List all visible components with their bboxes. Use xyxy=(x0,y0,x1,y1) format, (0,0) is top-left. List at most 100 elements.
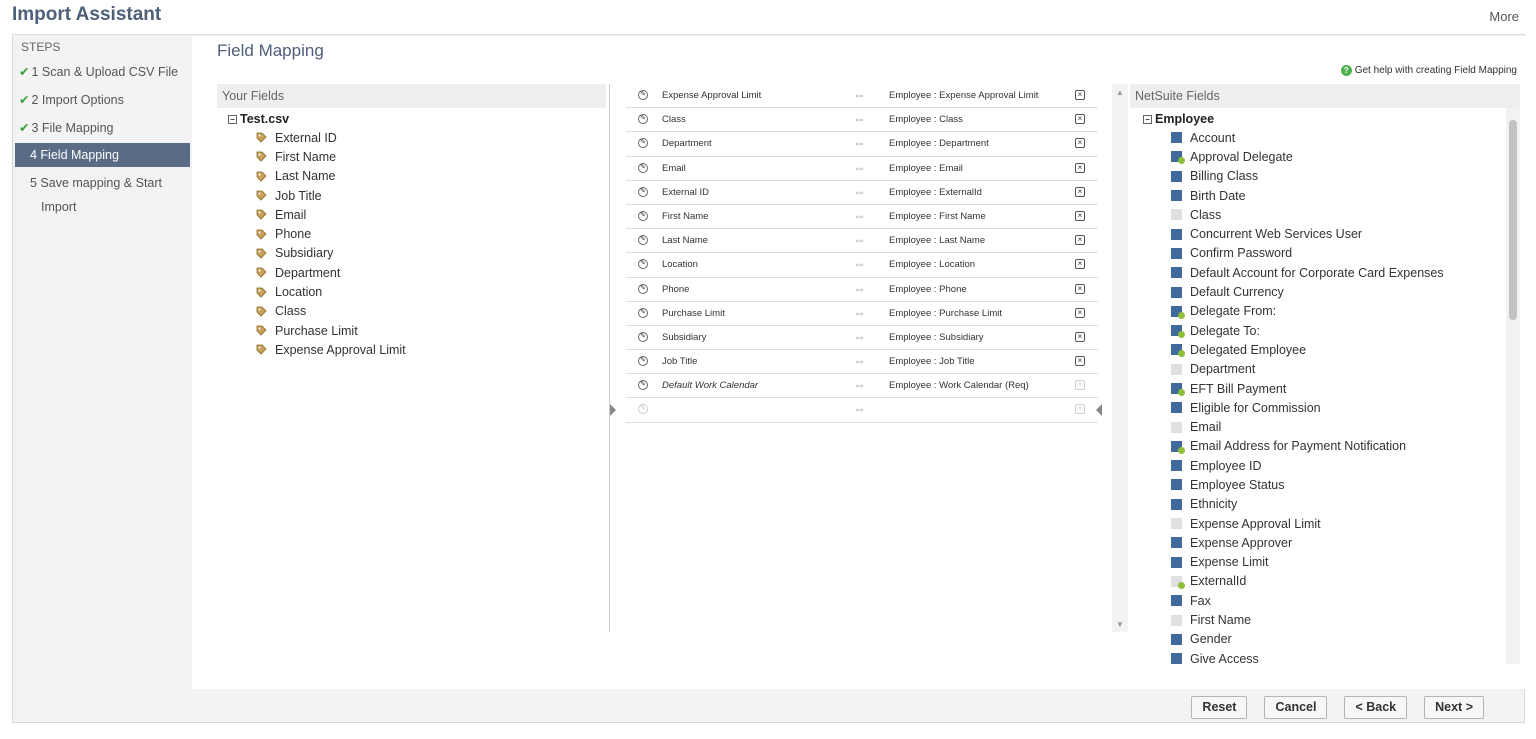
netsuite-field-item[interactable]: Email xyxy=(1130,417,1520,436)
netsuite-field-item[interactable]: Concurrent Web Services User xyxy=(1130,224,1520,243)
scroll-down-icon[interactable]: ▼ xyxy=(1116,620,1124,629)
reset-button[interactable]: Reset xyxy=(1191,696,1248,719)
step-import-options[interactable]: ✔ 2 Import Options xyxy=(15,92,190,107)
netsuite-field-item[interactable]: First Name xyxy=(1130,610,1520,629)
scrollbar-thumb[interactable] xyxy=(1509,120,1517,320)
mapping-row[interactable]: ✎ Department ⇔ Employee : Department × xyxy=(626,132,1098,157)
mapping-row[interactable]: ✎ Purchase Limit ⇔ Employee : Purchase Limi… xyxy=(626,302,1098,326)
edit-icon[interactable]: ✎ xyxy=(638,114,648,125)
netsuite-field-item[interactable]: Fax xyxy=(1130,591,1520,610)
netsuite-field-item[interactable]: EFT Bill Payment xyxy=(1130,379,1520,398)
mapping-row[interactable]: ✎ Subsidiary ⇔ Employee : Subsidiary × xyxy=(626,326,1098,351)
mapping-row[interactable]: ✎ Default Work Calendar ⇔ Employee : Work C… xyxy=(626,374,1098,399)
mapping-row[interactable]: ✎ Location ⇔ Employee : Location × xyxy=(626,253,1098,278)
your-field-item[interactable]: Location xyxy=(217,282,606,301)
mapping-row[interactable]: ✎ Job Title ⇔ Employee : Job Title × xyxy=(626,350,1098,375)
your-field-item[interactable]: Purchase Limit xyxy=(217,321,606,340)
your-field-item[interactable]: Last Name xyxy=(217,167,606,186)
collapse-icon[interactable]: − xyxy=(1143,114,1152,124)
mapping-row[interactable]: ✎ Phone ⇔ Employee : Phone × xyxy=(626,278,1098,302)
your-field-item[interactable]: Subsidiary xyxy=(217,244,606,263)
mapping-row[interactable]: ✎ Email ⇔ Employee : Email × xyxy=(626,157,1098,181)
mapping-row[interactable]: ✎ ⇔ × xyxy=(626,398,1098,423)
edit-icon[interactable]: ✎ xyxy=(638,356,648,367)
remove-icon[interactable]: × xyxy=(1075,380,1085,391)
netsuite-field-item[interactable]: Default Currency xyxy=(1130,282,1520,301)
collapse-icon[interactable]: − xyxy=(228,114,237,124)
netsuite-field-item[interactable]: Give Access xyxy=(1130,649,1520,668)
remove-icon[interactable]: × xyxy=(1075,210,1085,221)
edit-icon[interactable]: ✎ xyxy=(638,138,648,149)
edit-icon[interactable]: ✎ xyxy=(638,307,648,318)
remove-icon[interactable]: × xyxy=(1075,356,1085,367)
step-save-mapping[interactable]: 5 Save mapping & Start Import xyxy=(15,171,190,219)
netsuite-field-item[interactable]: Email Address for Payment Notification xyxy=(1130,437,1520,456)
your-field-item[interactable]: Expense Approval Limit xyxy=(217,340,606,359)
back-button[interactable]: < Back xyxy=(1344,696,1408,719)
netsuite-field-item[interactable]: Gender xyxy=(1130,630,1520,649)
netsuite-field-item[interactable]: Department xyxy=(1130,360,1520,379)
your-field-item[interactable]: First Name xyxy=(217,147,606,166)
your-field-item[interactable]: Job Title xyxy=(217,186,606,205)
remove-icon[interactable]: × xyxy=(1075,114,1085,125)
your-field-item[interactable]: Class xyxy=(217,302,606,321)
mapping-row[interactable]: ✎ First Name ⇔ Employee : First Name × xyxy=(626,205,1098,230)
edit-icon[interactable]: ✎ xyxy=(638,186,648,197)
edit-icon[interactable]: ✎ xyxy=(638,331,648,342)
edit-icon[interactable]: ✎ xyxy=(638,235,648,246)
remove-icon[interactable]: × xyxy=(1075,162,1085,173)
remove-icon[interactable]: × xyxy=(1075,404,1085,415)
remove-icon[interactable]: × xyxy=(1075,235,1085,246)
step-file-mapping[interactable]: ✔ 3 File Mapping xyxy=(15,120,190,135)
netsuite-field-item[interactable]: Eligible for Commission xyxy=(1130,398,1520,417)
step-field-mapping[interactable]: 4 Field Mapping xyxy=(15,143,190,167)
netsuite-field-item[interactable]: Delegated Employee xyxy=(1130,340,1520,359)
edit-icon[interactable]: ✎ xyxy=(638,210,648,221)
netsuite-field-item[interactable]: Ethnicity xyxy=(1130,495,1520,514)
netsuite-field-item[interactable]: Approval Delegate xyxy=(1130,147,1520,166)
your-field-item[interactable]: External ID xyxy=(217,128,606,147)
your-field-item[interactable]: Email xyxy=(217,205,606,224)
scroll-up-icon[interactable]: ▲ xyxy=(1116,88,1124,97)
mapping-row[interactable]: ✎ Expense Approval Limit ⇔ Employee : Expen… xyxy=(626,84,1098,109)
netsuite-field-item[interactable]: Expense Approver xyxy=(1130,533,1520,552)
netsuite-field-item[interactable]: Birth Date xyxy=(1130,186,1520,205)
your-field-item[interactable]: Department xyxy=(217,263,606,282)
netsuite-field-item[interactable]: Employee ID xyxy=(1130,456,1520,475)
record-tree-root[interactable]: − Employee xyxy=(1130,110,1520,128)
more-link[interactable]: More xyxy=(1489,9,1519,24)
mapping-row[interactable]: ✎ External ID ⇔ Employee : ExternalId × xyxy=(626,181,1098,205)
remove-icon[interactable]: × xyxy=(1075,307,1085,318)
netsuite-field-item[interactable]: Delegate From: xyxy=(1130,302,1520,321)
netsuite-field-item[interactable]: Expense Limit xyxy=(1130,553,1520,572)
netsuite-field-item[interactable]: Confirm Password xyxy=(1130,244,1520,263)
netsuite-field-item[interactable]: Account xyxy=(1130,128,1520,147)
edit-icon[interactable]: ✎ xyxy=(638,404,648,415)
mapping-row[interactable]: ✎ Last Name ⇔ Employee : Last Name × xyxy=(626,229,1098,254)
remove-icon[interactable]: × xyxy=(1075,186,1085,197)
remove-icon[interactable]: × xyxy=(1075,259,1085,270)
netsuite-field-item[interactable]: Expense Approval Limit xyxy=(1130,514,1520,533)
your-field-item[interactable]: Phone xyxy=(217,224,606,243)
step-scan-upload[interactable]: ✔ 1 Scan & Upload CSV File xyxy=(15,64,190,79)
netsuite-field-item[interactable]: Delegate To: xyxy=(1130,321,1520,340)
netsuite-field-item[interactable]: ExternalId xyxy=(1130,572,1520,591)
remove-icon[interactable]: × xyxy=(1075,283,1085,294)
edit-icon[interactable]: ✎ xyxy=(638,259,648,270)
cancel-button[interactable]: Cancel xyxy=(1264,696,1328,719)
netsuite-field-item[interactable]: Default Account for Corporate Card Expen… xyxy=(1130,263,1520,282)
mapping-row[interactable]: ✎ Class ⇔ Employee : Class × xyxy=(626,108,1098,133)
help-link[interactable]: ? Get help with creating Field Mapping xyxy=(1340,65,1517,76)
edit-icon[interactable]: ✎ xyxy=(638,283,648,294)
edit-icon[interactable]: ✎ xyxy=(638,162,648,173)
netsuite-field-item[interactable]: Class xyxy=(1130,205,1520,224)
remove-icon[interactable]: × xyxy=(1075,138,1085,149)
file-tree-root[interactable]: − Test.csv xyxy=(217,110,606,128)
edit-icon[interactable]: ✎ xyxy=(638,380,648,391)
next-button[interactable]: Next > xyxy=(1424,696,1484,719)
netsuite-field-item[interactable]: Employee Status xyxy=(1130,475,1520,494)
scrollbar[interactable] xyxy=(1506,108,1520,664)
scroll-track[interactable]: ▲ ▼ xyxy=(1112,84,1128,632)
remove-icon[interactable]: × xyxy=(1075,90,1085,100)
netsuite-field-item[interactable]: Billing Class xyxy=(1130,167,1520,186)
